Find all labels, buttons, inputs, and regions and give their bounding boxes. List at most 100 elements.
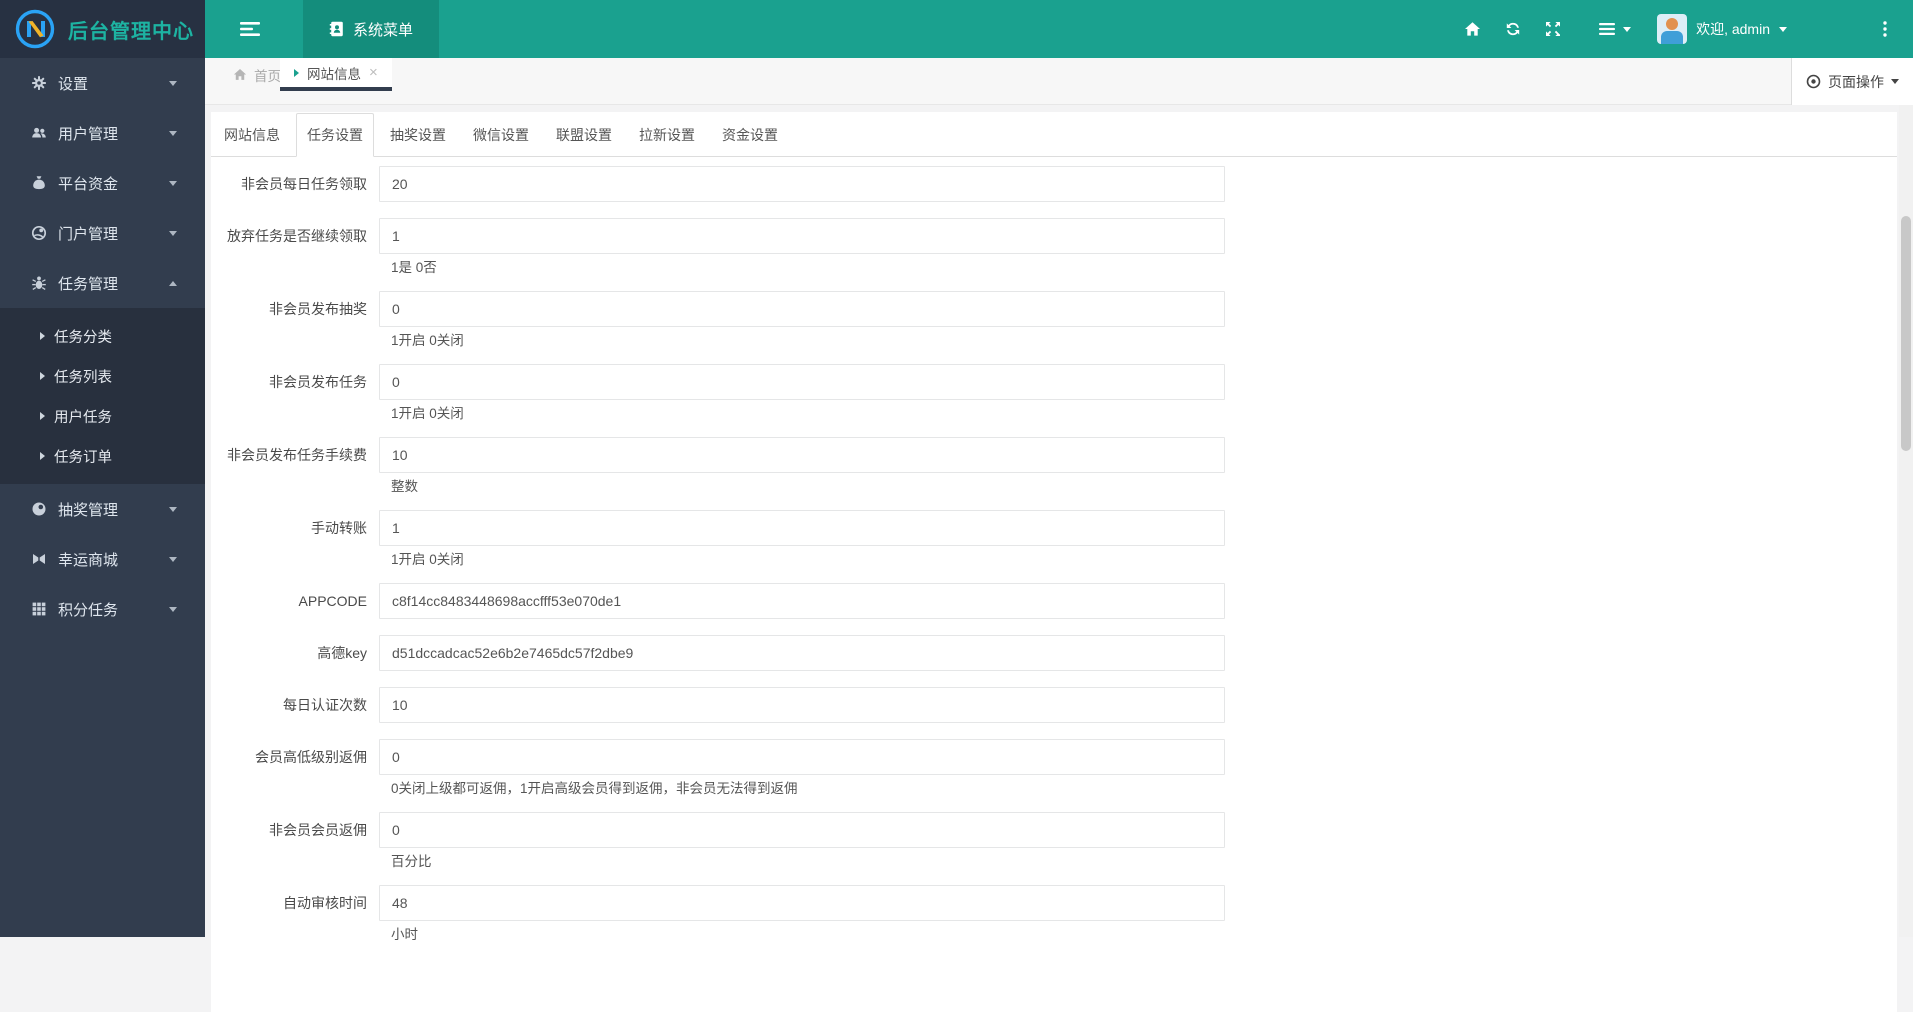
appcode-input[interactable]	[379, 583, 1225, 619]
topbar: 系统菜单 欢迎, admin	[205, 0, 1913, 58]
mall-icon	[30, 551, 48, 567]
field-hint: 百分比	[391, 854, 1897, 869]
sidebar-item-settings[interactable]: 设置	[0, 58, 205, 108]
tab-website-info[interactable]: 网站信息	[213, 113, 291, 157]
sidebar-item-task-management[interactable]: 任务管理	[0, 258, 205, 308]
avatar	[1657, 14, 1687, 44]
field-label: 非会员发布抽奖	[211, 291, 379, 327]
sidebar-item-label: 积分任务	[58, 599, 169, 620]
form-row: 非会员会员返佣 百分比	[211, 812, 1897, 869]
field-hint: 0关闭上级都可返佣，1开启高级会员得到返佣，非会员无法得到返佣	[391, 781, 1897, 796]
field-label: 每日认证次数	[211, 687, 379, 723]
page-tab-website-info[interactable]: 网站信息 ×	[280, 58, 392, 91]
field-hint: 小时	[391, 927, 1897, 942]
form-row: 非会员发布抽奖 1开启 0关闭	[211, 291, 1897, 348]
caret-right-icon	[40, 412, 45, 420]
system-menu-icon	[329, 21, 344, 37]
abandon-task-continue-input[interactable]	[379, 218, 1225, 254]
funds-icon	[30, 175, 48, 191]
field-label: APPCODE	[211, 583, 379, 619]
page-actions-dropdown[interactable]: 页面操作	[1791, 58, 1913, 105]
logo-bar: 后台管理中心	[0, 0, 205, 58]
breadcrumb-home[interactable]: 首页	[233, 58, 281, 91]
nonmember-publish-lottery-input[interactable]	[379, 291, 1225, 327]
form-row: 非会员每日任务领取	[211, 166, 1897, 202]
fullscreen-icon[interactable]	[1533, 0, 1573, 58]
nonmember-task-fee-input[interactable]	[379, 437, 1225, 473]
manual-transfer-input[interactable]	[379, 510, 1225, 546]
tab-task-settings[interactable]: 任务设置	[296, 113, 374, 157]
chevron-down-icon	[169, 557, 177, 562]
field-hint: 1开启 0关闭	[391, 333, 1897, 348]
refresh-icon[interactable]	[1493, 0, 1533, 58]
field-hint: 1是 0否	[391, 260, 1897, 275]
sidebar-item-lottery-management[interactable]: 抽奖管理	[0, 484, 205, 534]
tab-lottery-settings[interactable]: 抽奖设置	[379, 113, 457, 157]
daily-task-claim-input[interactable]	[379, 166, 1225, 202]
content-area: 网站信息 任务设置 抽奖设置 微信设置 联盟设置 拉新设置 资金设置 非会员每日…	[205, 105, 1913, 937]
topbar-tab-system-menu[interactable]: 系统菜单	[303, 0, 439, 58]
chevron-down-icon	[169, 607, 177, 612]
gaode-key-input[interactable]	[379, 635, 1225, 671]
page-tab-label: 网站信息	[307, 63, 361, 83]
sidebar-item-user-management[interactable]: 用户管理	[0, 108, 205, 158]
tab-wechat-settings[interactable]: 微信设置	[462, 113, 540, 157]
caret-right-icon	[40, 452, 45, 460]
sidebar-item-label: 幸运商城	[58, 549, 169, 570]
member-level-rebate-input[interactable]	[379, 739, 1225, 775]
sidebar-item-user-tasks[interactable]: 用户任务	[0, 396, 205, 436]
tasks-icon	[30, 275, 48, 291]
sidebar-item-label: 抽奖管理	[58, 499, 169, 520]
chevron-down-icon	[169, 507, 177, 512]
sidebar-item-task-category[interactable]: 任务分类	[0, 316, 205, 356]
chevron-down-icon	[1779, 27, 1787, 32]
sidebar-item-task-list[interactable]: 任务列表	[0, 356, 205, 396]
system-menu-label: 系统菜单	[353, 19, 413, 40]
sidebar-item-lucky-mall[interactable]: 幸运商城	[0, 534, 205, 584]
lottery-icon	[30, 501, 48, 517]
scrollbar-track[interactable]	[1899, 105, 1913, 937]
user-menu[interactable]: 欢迎, admin	[1657, 14, 1787, 44]
sidebar-subitem-label: 任务分类	[54, 326, 112, 347]
form-row: APPCODE	[211, 583, 1897, 619]
field-label: 非会员会员返佣	[211, 812, 379, 848]
chevron-down-icon	[169, 181, 177, 186]
field-hint: 1开启 0关闭	[391, 406, 1897, 421]
tab-referral-settings[interactable]: 拉新设置	[628, 113, 706, 157]
tab-alliance-settings[interactable]: 联盟设置	[545, 113, 623, 157]
page-actions-label: 页面操作	[1828, 72, 1884, 92]
scrollbar-thumb[interactable]	[1901, 216, 1911, 451]
field-label: 放弃任务是否继续领取	[211, 218, 379, 254]
page-tabs-bar: 首页 网站信息 × 页面操作	[205, 58, 1913, 105]
form-row: 每日认证次数	[211, 687, 1897, 723]
breadcrumb-home-label: 首页	[254, 65, 281, 85]
quick-menu-button[interactable]	[1587, 0, 1643, 58]
more-options-icon[interactable]	[1871, 0, 1899, 58]
daily-auth-count-input[interactable]	[379, 687, 1225, 723]
home-icon[interactable]	[1452, 0, 1493, 58]
sidebar-toggle-button[interactable]	[205, 0, 297, 58]
tab-funds-settings[interactable]: 资金设置	[711, 113, 789, 157]
sidebar: 后台管理中心 设置 用户管理 平台资金	[0, 0, 205, 937]
auto-review-time-input[interactable]	[379, 885, 1225, 921]
chevron-down-icon	[169, 231, 177, 236]
close-icon[interactable]: ×	[369, 65, 378, 80]
field-label: 会员高低级别返佣	[211, 739, 379, 775]
chevron-down-icon	[169, 131, 177, 136]
sidebar-item-task-orders[interactable]: 任务订单	[0, 436, 205, 476]
sidebar-item-platform-funds[interactable]: 平台资金	[0, 158, 205, 208]
field-label: 非会员发布任务	[211, 364, 379, 400]
field-label: 手动转账	[211, 510, 379, 546]
sidebar-item-label: 平台资金	[58, 173, 169, 194]
nonmember-publish-task-input[interactable]	[379, 364, 1225, 400]
topbar-right: 欢迎, admin	[1452, 0, 1899, 58]
nonmember-rebate-input[interactable]	[379, 812, 1225, 848]
form-row: 高德key	[211, 635, 1897, 671]
app-title: 后台管理中心	[68, 15, 194, 44]
sidebar-item-label: 设置	[58, 73, 169, 94]
welcome-text: 欢迎, admin	[1696, 19, 1770, 39]
sidebar-item-points-tasks[interactable]: 积分任务	[0, 584, 205, 634]
field-hint: 整数	[391, 479, 1897, 494]
task-management-submenu: 任务分类 任务列表 用户任务 任务订单	[0, 308, 205, 484]
sidebar-item-portal-management[interactable]: 门户管理	[0, 208, 205, 258]
